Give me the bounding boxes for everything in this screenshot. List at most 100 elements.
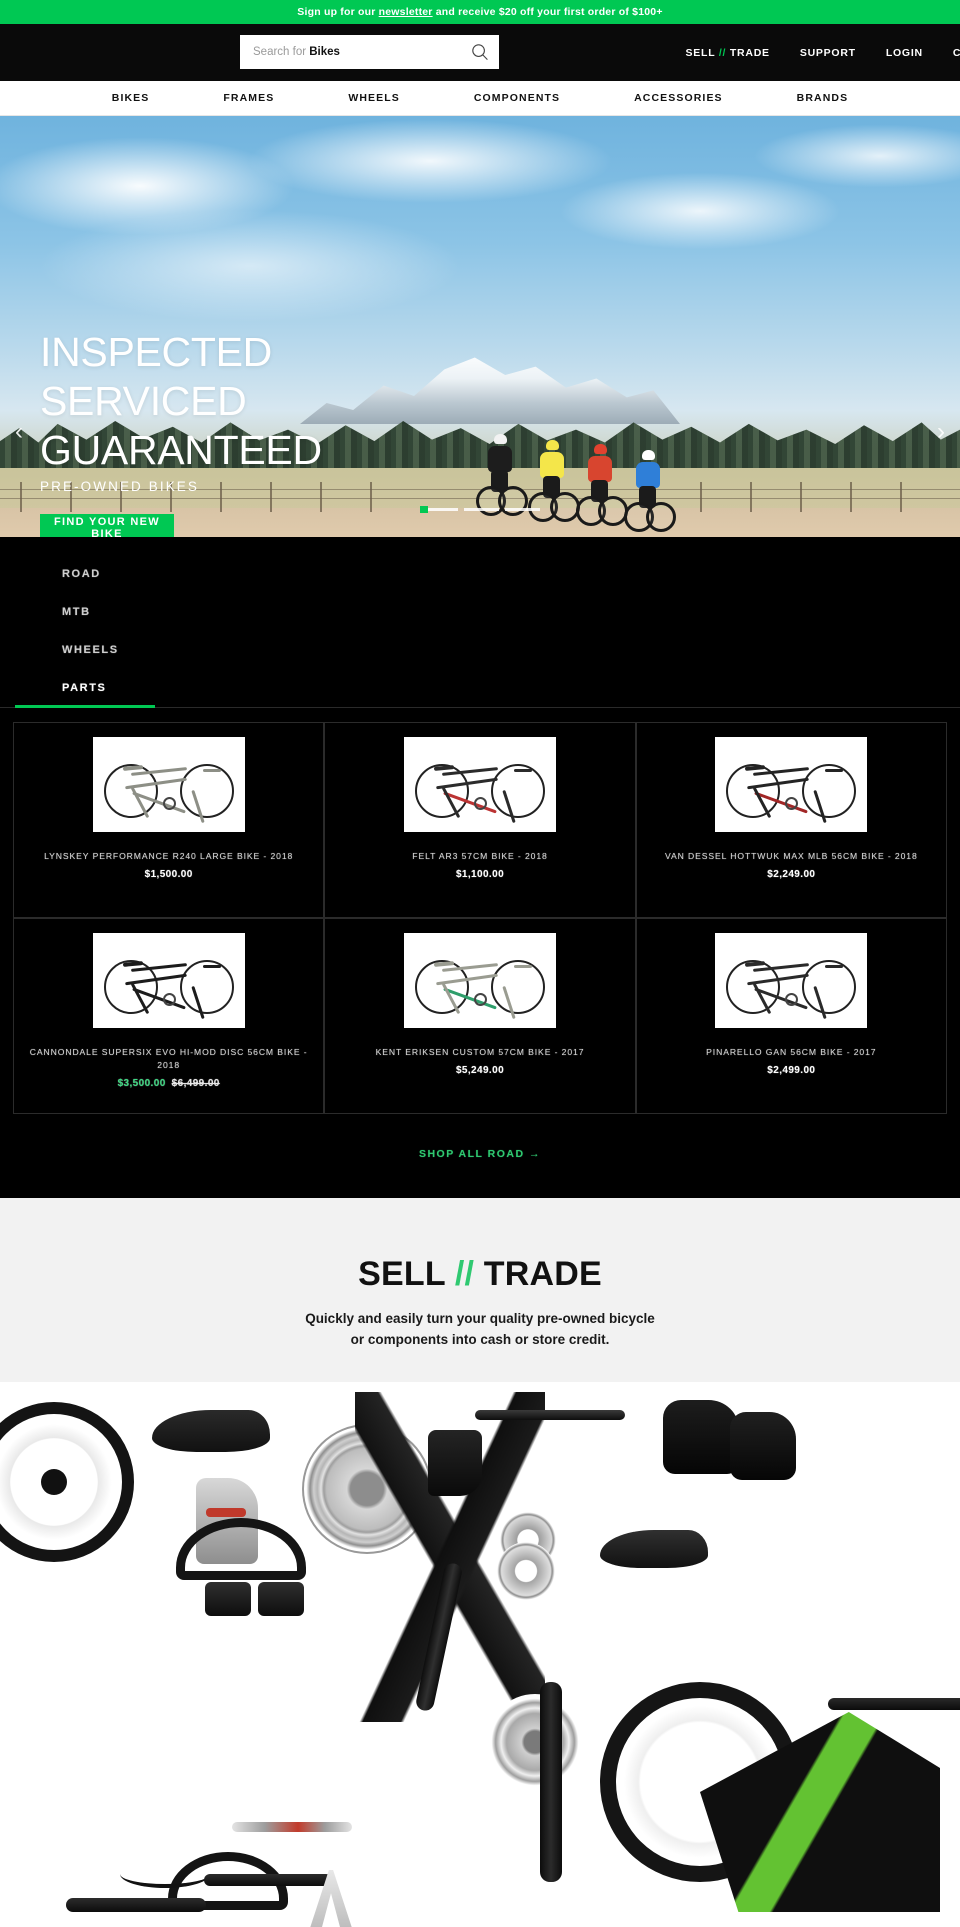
tab-active-underline	[15, 705, 155, 708]
product-price: $5,249.00	[455, 1065, 505, 1076]
shop-all-road-row: SHOP ALL ROAD →	[0, 1114, 960, 1198]
nav-login[interactable]: LOGIN	[886, 47, 923, 59]
product-card[interactable]: LYNSKEY PERFORMANCE R240 LARGE BIKE - 20…	[13, 722, 325, 918]
shop-all-road-link[interactable]: SHOP ALL ROAD →	[419, 1148, 541, 1160]
hero-headline-line-3: GUARANTEED	[40, 427, 322, 473]
product-grid: LYNSKEY PERFORMANCE R240 LARGE BIKE - 20…	[0, 708, 960, 1114]
hero-headline-line-1: INSPECTED	[40, 329, 272, 375]
part-seatpost	[204, 1874, 332, 1886]
part-brake-lever	[663, 1400, 739, 1474]
sell-trade-body: Quickly and easily turn your quality pre…	[0, 1308, 960, 1350]
product-card[interactable]: VAN DESSEL HOTTWUK MAX MLB 56CM BIKE - 2…	[635, 722, 947, 918]
part-skewer	[232, 1822, 352, 1832]
sell-trade-heading-right: TRADE	[483, 1255, 602, 1293]
arrow-right-icon: →	[529, 1148, 542, 1160]
main-nav: BIKES FRAMES WHEELS COMPONENTS ACCESSORI…	[0, 81, 960, 116]
announcement-prefix: Sign up for our	[297, 6, 379, 18]
announcement-suffix: and receive $20 off your first order of …	[432, 6, 663, 18]
carousel-dot-3[interactable]	[505, 508, 540, 511]
carousel-dot-2[interactable]	[464, 508, 499, 511]
announcement-text: Sign up for our newsletter and receive $…	[297, 6, 662, 18]
nav-cart[interactable]: CART	[953, 47, 960, 59]
part-aero-bar	[828, 1698, 960, 1710]
hero-headline-line-2: SERVICED	[40, 378, 247, 424]
category-section: ROAD MTB WHEELS PARTS LYNSKEY PERFORMANC…	[0, 537, 960, 1198]
product-image	[92, 933, 245, 1028]
main-nav-components[interactable]: COMPONENTS	[437, 92, 597, 104]
carousel-dot-1[interactable]	[420, 506, 428, 513]
main-nav-wheels[interactable]: WHEELS	[311, 92, 437, 104]
part-pedal	[205, 1582, 251, 1616]
shop-all-label: SHOP ALL ROAD	[418, 1148, 525, 1160]
part-derailleur	[428, 1430, 482, 1496]
product-sale-price: $3,500.00	[117, 1078, 166, 1089]
part-saddle	[600, 1530, 708, 1568]
part-seatpost	[66, 1898, 206, 1912]
product-image	[403, 737, 556, 832]
part-cable	[120, 1860, 210, 1888]
product-title: FELT AR3 57CM BIKE - 2018	[412, 851, 548, 861]
product-price: $2,499.00	[767, 1065, 816, 1076]
product-title: PINARELLO GAN 56CM BIKE - 2017	[706, 1047, 877, 1057]
hero-carousel: INSPECTED SERVICED GUARANTEED PRE-OWNED …	[0, 116, 960, 537]
carousel-prev-icon[interactable]: ‹	[8, 420, 30, 444]
product-price: $3,500.00 $6,499.00	[26, 1078, 311, 1089]
utility-header: Search for Bikes SELL // TRADE SUPPORT L…	[0, 24, 960, 81]
product-card[interactable]: PINARELLO GAN 56CM BIKE - 2017 $2,499.00	[635, 918, 947, 1114]
tab-mtb[interactable]: MTB	[62, 593, 91, 631]
main-nav-frames[interactable]: FRAMES	[186, 92, 311, 104]
carousel-progress-1[interactable]	[428, 508, 458, 511]
sell-trade-parts-image	[0, 1382, 960, 1927]
hero-subtitle: PRE-OWNED BIKES	[40, 479, 200, 494]
tab-parts[interactable]: PARTS	[62, 669, 106, 707]
search-icon[interactable]	[471, 43, 489, 61]
part-pedal	[258, 1582, 304, 1616]
nav-support[interactable]: SUPPORT	[800, 47, 856, 59]
sell-trade-heading-left: SELL	[358, 1255, 446, 1293]
carousel-indicators	[0, 506, 960, 513]
product-title: VAN DESSEL HOTTWUK MAX MLB 56CM BIKE - 2…	[665, 851, 918, 861]
cyclist	[624, 446, 676, 536]
tab-road[interactable]: ROAD	[62, 555, 101, 593]
main-nav-brands[interactable]: BRANDS	[760, 92, 886, 104]
part-seatpost	[540, 1682, 562, 1882]
product-original-price: $6,499.00	[171, 1078, 220, 1089]
main-nav-bikes[interactable]: BIKES	[75, 92, 187, 104]
part-crankset	[487, 1694, 583, 1790]
sell-trade-body-line-1: Quickly and easily turn your quality pre…	[305, 1311, 655, 1326]
product-price: $1,100.00	[455, 869, 505, 880]
product-card[interactable]: KENT ERIKSEN CUSTOM 57CM BIKE - 2017 $5,…	[324, 918, 636, 1114]
cyclist	[576, 440, 628, 530]
part-wheel	[0, 1402, 134, 1562]
sell-trade-section: SELL // TRADE Quickly and easily turn yo…	[0, 1198, 960, 1927]
product-image	[715, 737, 868, 832]
hero-cyclists	[476, 396, 680, 537]
nav-sell-trade[interactable]: SELL // TRADE	[686, 47, 770, 59]
slash-accent: //	[718, 46, 727, 59]
newsletter-link[interactable]: newsletter	[379, 6, 433, 18]
part-chainring	[497, 1542, 555, 1600]
product-price: $2,249.00	[767, 869, 816, 880]
find-your-new-bike-button[interactable]: FIND YOUR NEW BIKE	[40, 514, 174, 537]
product-title: KENT ERIKSEN CUSTOM 57CM BIKE - 2017	[375, 1047, 585, 1057]
sell-trade-body-line-2: or components into cash or store credit.	[350, 1332, 610, 1347]
announcement-bar: Sign up for our newsletter and receive $…	[0, 0, 960, 24]
utility-nav: SELL // TRADE SUPPORT LOGIN CART	[686, 47, 960, 59]
hero-headline: INSPECTED SERVICED GUARANTEED	[40, 328, 322, 475]
tab-wheels[interactable]: WHEELS	[62, 631, 119, 669]
search-placeholder: Search for Bikes	[253, 46, 340, 58]
product-title: CANNONDALE SUPERSIX EVO HI-MOD DISC 56CM…	[29, 1047, 308, 1070]
product-card[interactable]: CANNONDALE SUPERSIX EVO HI-MOD DISC 56CM…	[13, 918, 325, 1114]
product-card[interactable]: FELT AR3 57CM BIKE - 2018 $1,100.00	[324, 722, 636, 918]
part-handlebar	[475, 1410, 625, 1420]
product-title: LYNSKEY PERFORMANCE R240 LARGE BIKE - 20…	[44, 851, 294, 861]
carousel-next-icon[interactable]: ›	[930, 420, 952, 444]
product-image	[715, 933, 868, 1028]
category-tabs: ROAD MTB WHEELS PARTS	[0, 555, 960, 708]
part-saddle	[152, 1410, 270, 1452]
main-nav-accessories[interactable]: ACCESSORIES	[597, 92, 760, 104]
search-bar[interactable]: Search for Bikes	[240, 35, 499, 69]
product-image	[92, 737, 245, 832]
sell-trade-heading: SELL // TRADE	[0, 1254, 960, 1294]
sell-trade-slash: //	[454, 1255, 475, 1293]
